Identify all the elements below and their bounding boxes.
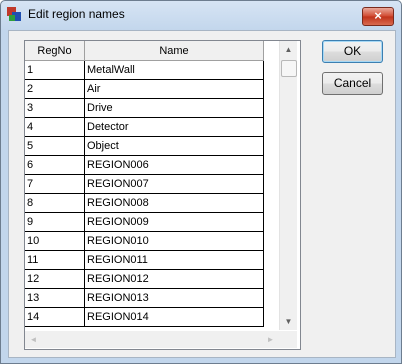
regno-cell: 2 [25, 79, 85, 99]
name-cell[interactable]: REGION011 [84, 250, 264, 270]
horizontal-scrollbar[interactable]: ◄ ► [25, 331, 279, 348]
cancel-button[interactable]: Cancel [322, 72, 383, 95]
region-table: RegNo Name 1 MetalWall 2 Air 3 Drive 4 Detector… [25, 41, 264, 327]
table-row[interactable]: 9 REGION009 [25, 212, 264, 232]
scroll-down-icon[interactable]: ▼ [280, 313, 297, 330]
vertical-scroll-thumb[interactable] [281, 60, 297, 77]
window-title: Edit region names [28, 7, 125, 21]
name-cell[interactable]: REGION012 [84, 269, 264, 289]
close-button[interactable]: × [362, 7, 394, 26]
table-row[interactable]: 12 REGION012 [25, 269, 264, 289]
table-row[interactable]: 10 REGION010 [25, 231, 264, 251]
regno-cell: 3 [25, 98, 85, 118]
name-cell[interactable]: REGION006 [84, 155, 264, 175]
scroll-up-icon[interactable]: ▲ [280, 41, 297, 58]
table-row[interactable]: 14 REGION014 [25, 307, 264, 327]
app-icon [7, 7, 21, 21]
regno-cell: 5 [25, 136, 85, 156]
name-cell[interactable]: MetalWall [84, 60, 264, 80]
name-cell[interactable]: REGION009 [84, 212, 264, 232]
name-cell[interactable]: Air [84, 79, 264, 99]
table-row[interactable]: 13 REGION013 [25, 288, 264, 308]
regno-cell: 4 [25, 117, 85, 137]
dialog-client-area: RegNo Name 1 MetalWall 2 Air 3 Drive 4 Detector… [8, 30, 396, 358]
regno-cell: 14 [25, 307, 85, 327]
dialog-window: Edit region names × RegNo Name 1 MetalWal… [0, 0, 402, 364]
regno-cell: 13 [25, 288, 85, 308]
regno-cell: 12 [25, 269, 85, 289]
regno-cell: 11 [25, 250, 85, 270]
regno-cell: 10 [25, 231, 85, 251]
name-cell[interactable]: REGION010 [84, 231, 264, 251]
table-row[interactable]: 1 MetalWall [25, 60, 264, 80]
table-row[interactable]: 5 Object [25, 136, 264, 156]
table-row[interactable]: 6 REGION006 [25, 155, 264, 175]
name-cell[interactable]: REGION013 [84, 288, 264, 308]
name-cell[interactable]: Drive [84, 98, 264, 118]
ok-button[interactable]: OK [322, 40, 383, 63]
region-grid[interactable]: RegNo Name 1 MetalWall 2 Air 3 Drive 4 Detector… [24, 40, 301, 350]
regno-cell: 1 [25, 60, 85, 80]
scroll-right-icon[interactable]: ► [262, 331, 279, 348]
name-cell[interactable]: REGION014 [84, 307, 264, 327]
regno-cell: 6 [25, 155, 85, 175]
regno-cell: 9 [25, 212, 85, 232]
table-row[interactable]: 8 REGION008 [25, 193, 264, 213]
name-cell[interactable]: REGION008 [84, 193, 264, 213]
scroll-left-icon[interactable]: ◄ [25, 331, 42, 348]
name-cell[interactable]: Detector [84, 117, 264, 137]
column-header-name[interactable]: Name [84, 41, 264, 61]
regno-cell: 7 [25, 174, 85, 194]
scrollbar-corner [279, 331, 297, 348]
name-cell[interactable]: Object [84, 136, 264, 156]
column-header-regno[interactable]: RegNo [25, 41, 85, 61]
table-row[interactable]: 7 REGION007 [25, 174, 264, 194]
table-row[interactable]: 11 REGION011 [25, 250, 264, 270]
table-header-row: RegNo Name [25, 41, 264, 61]
title-bar[interactable]: Edit region names × [1, 1, 401, 30]
regno-cell: 8 [25, 193, 85, 213]
vertical-scrollbar[interactable]: ▲ ▼ [279, 41, 297, 330]
name-cell[interactable]: REGION007 [84, 174, 264, 194]
table-row[interactable]: 2 Air [25, 79, 264, 99]
table-row[interactable]: 4 Detector [25, 117, 264, 137]
table-row[interactable]: 3 Drive [25, 98, 264, 118]
